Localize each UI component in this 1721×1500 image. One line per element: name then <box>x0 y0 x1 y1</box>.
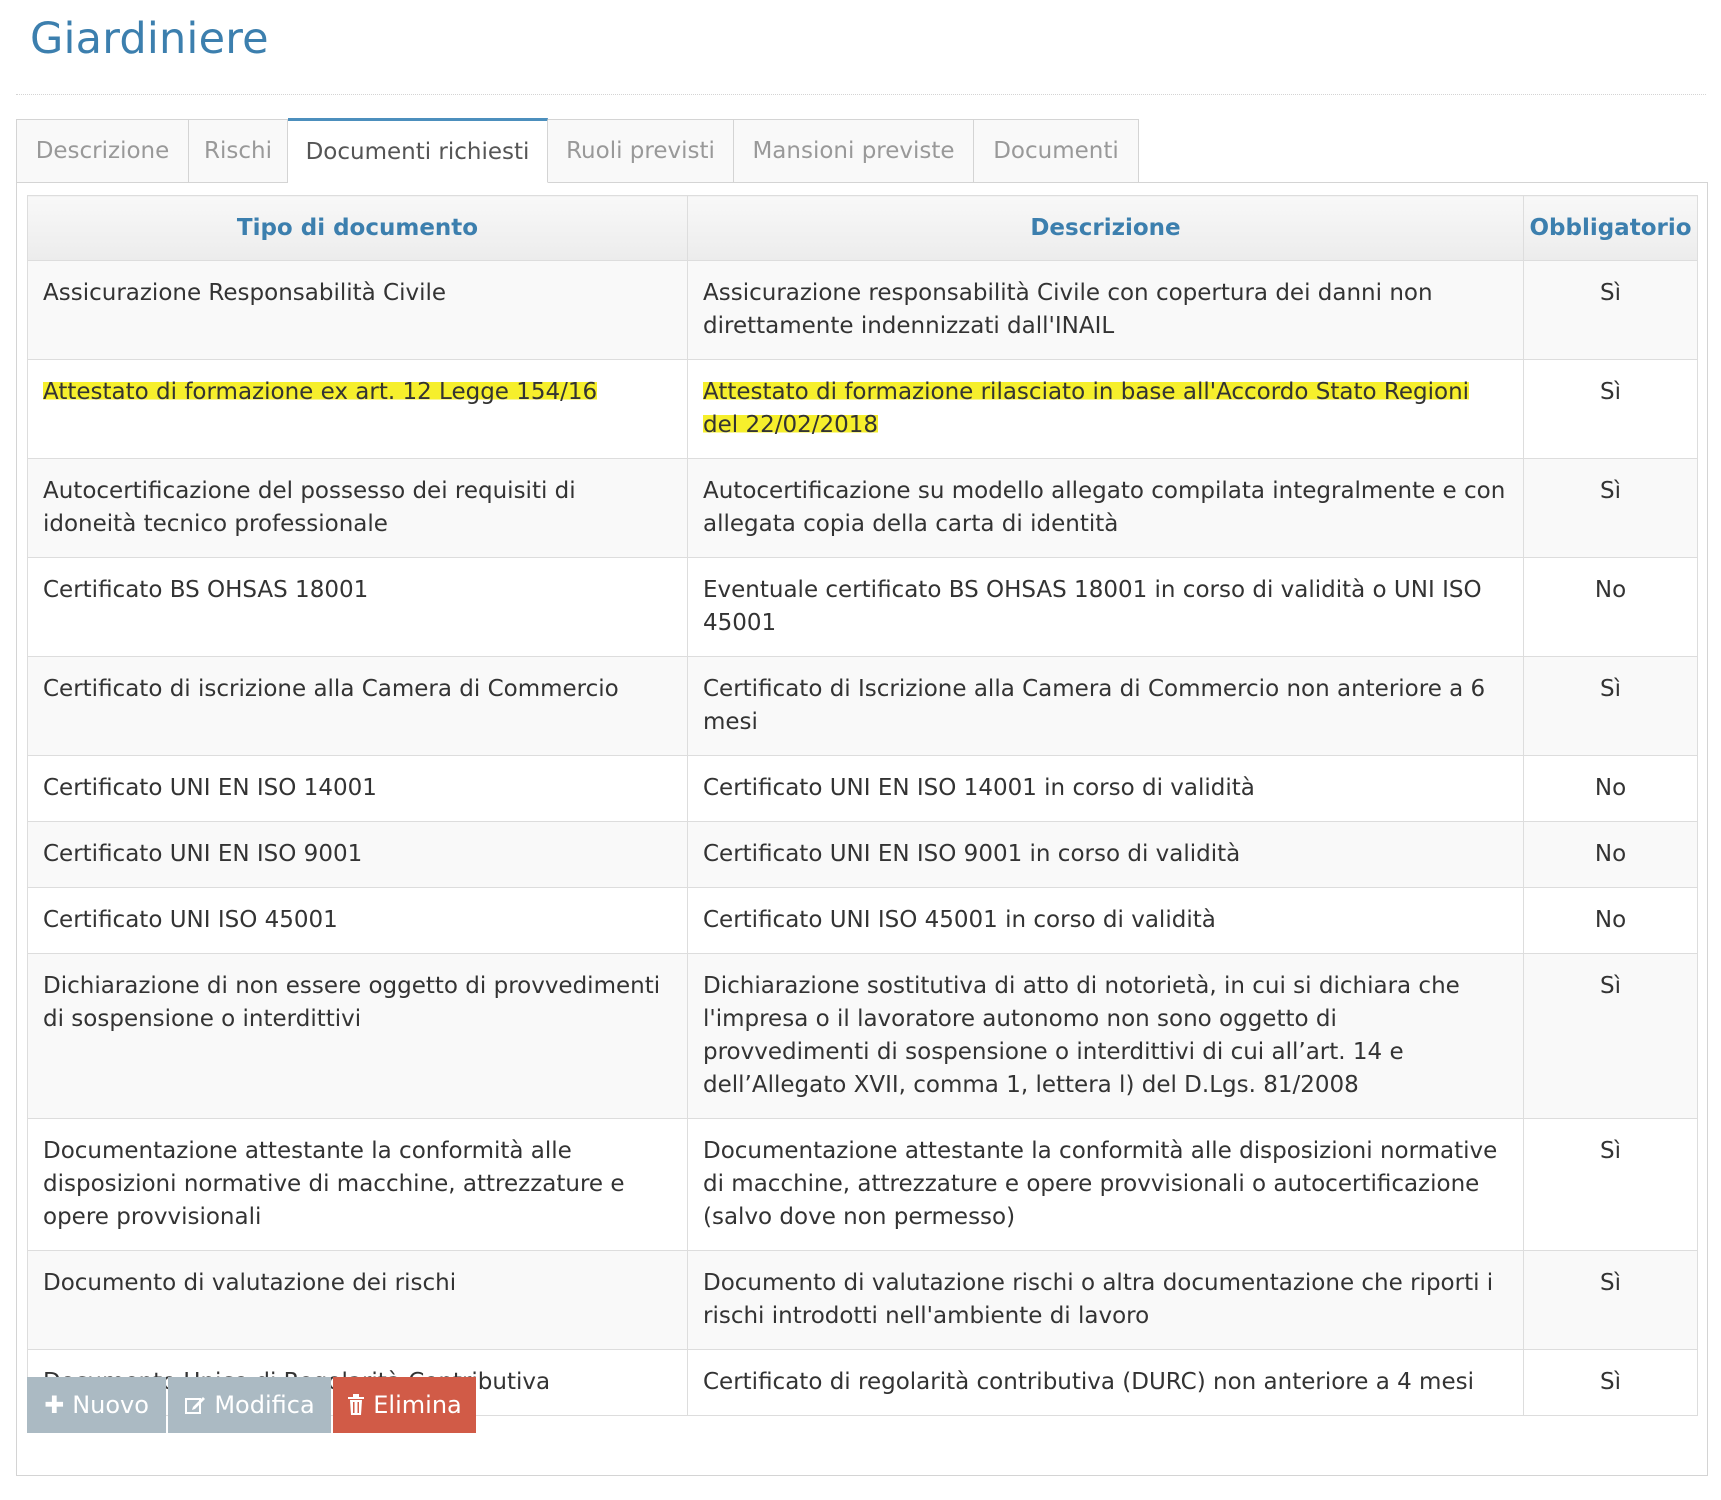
cell-obbligatorio: Sì <box>1523 458 1698 558</box>
cell-obbligatorio: Sì <box>1523 1349 1698 1416</box>
cell-descrizione: Certificato di regolarità contributiva (… <box>687 1349 1524 1416</box>
tab-bar: Descrizione Rischi Documenti richiesti R… <box>16 118 1139 183</box>
cell-descrizione: Documentazione attestante la conformità … <box>687 1118 1524 1251</box>
elimina-button[interactable]: Elimina <box>333 1377 476 1433</box>
table-row[interactable]: Certificato di iscrizione alla Camera di… <box>27 656 1698 756</box>
cell-tipo: Dichiarazione di non essere oggetto di p… <box>27 953 688 1119</box>
action-buttons: ✚ Nuovo Modifica Elimina <box>27 1377 478 1433</box>
table-row-highlighted[interactable]: Attestato di formazione ex art. 12 Legge… <box>27 359 1698 459</box>
cell-descrizione: Certificato di Iscrizione alla Camera di… <box>687 656 1524 756</box>
cell-obbligatorio: No <box>1523 755 1698 822</box>
tab-ruoli-previsti[interactable]: Ruoli previsti <box>548 119 734 183</box>
column-header-descrizione[interactable]: Descrizione <box>687 195 1524 261</box>
table-row[interactable]: Certificato UNI EN ISO 9001 Certificato … <box>27 821 1698 888</box>
trash-icon <box>347 1394 365 1416</box>
table-row[interactable]: Documento di valutazione dei rischi Docu… <box>27 1250 1698 1350</box>
cell-obbligatorio: Sì <box>1523 656 1698 756</box>
table-header-row: Tipo di documento Descrizione Obbligator… <box>27 195 1698 261</box>
cell-descrizione: Documento di valutazione rischi o altra … <box>687 1250 1524 1350</box>
cell-tipo: Autocertificazione del possesso dei requ… <box>27 458 688 558</box>
cell-descrizione: Eventuale certificato BS OHSAS 18001 in … <box>687 557 1524 657</box>
cell-tipo: Documento di valutazione dei rischi <box>27 1250 688 1350</box>
table-row[interactable]: Certificato BS OHSAS 18001 Eventuale cer… <box>27 557 1698 657</box>
cell-tipo: Certificato UNI ISO 45001 <box>27 887 688 954</box>
nuovo-button-label: Nuovo <box>72 1391 149 1419</box>
highlighted-text: Attestato di formazione rilasciato in ba… <box>703 379 1470 438</box>
title-separator <box>16 94 1706 95</box>
cell-descrizione: Certificato UNI ISO 45001 in corso di va… <box>687 887 1524 954</box>
modifica-button[interactable]: Modifica <box>168 1377 331 1433</box>
table-row[interactable]: Autocertificazione del possesso dei requ… <box>27 458 1698 558</box>
tab-documenti[interactable]: Documenti <box>974 119 1139 183</box>
cell-obbligatorio: Sì <box>1523 1250 1698 1350</box>
highlighted-text: Attestato di formazione ex art. 12 Legge… <box>43 379 598 405</box>
cell-obbligatorio: Sì <box>1523 359 1698 459</box>
tab-documenti-richiesti[interactable]: Documenti richiesti <box>288 118 548 183</box>
tab-rischi[interactable]: Rischi <box>189 119 288 183</box>
cell-descrizione: Assicurazione responsabilità Civile con … <box>687 260 1524 360</box>
table-row[interactable]: Dichiarazione di non essere oggetto di p… <box>27 953 1698 1119</box>
plus-icon: ✚ <box>44 1391 65 1419</box>
modifica-button-label: Modifica <box>214 1391 315 1419</box>
elimina-button-label: Elimina <box>373 1391 462 1419</box>
column-header-obbligatorio[interactable]: Obbligatorio <box>1523 195 1698 261</box>
table-row[interactable]: Documentazione attestante la conformità … <box>27 1118 1698 1251</box>
cell-tipo: Attestato di formazione ex art. 12 Legge… <box>27 359 688 459</box>
column-header-tipo[interactable]: Tipo di documento <box>27 195 688 261</box>
table-row[interactable]: Certificato UNI EN ISO 14001 Certificato… <box>27 755 1698 822</box>
cell-tipo: Certificato BS OHSAS 18001 <box>27 557 688 657</box>
cell-obbligatorio: No <box>1523 821 1698 888</box>
table-row[interactable]: Assicurazione Responsabilità Civile Assi… <box>27 260 1698 360</box>
table-row[interactable]: Certificato UNI ISO 45001 Certificato UN… <box>27 887 1698 954</box>
cell-obbligatorio: Sì <box>1523 953 1698 1119</box>
cell-descrizione: Attestato di formazione rilasciato in ba… <box>687 359 1524 459</box>
cell-descrizione: Certificato UNI EN ISO 9001 in corso di … <box>687 821 1524 888</box>
cell-tipo: Certificato UNI EN ISO 14001 <box>27 755 688 822</box>
cell-tipo: Certificato di iscrizione alla Camera di… <box>27 656 688 756</box>
cell-obbligatorio: No <box>1523 557 1698 657</box>
nuovo-button[interactable]: ✚ Nuovo <box>27 1377 166 1433</box>
cell-descrizione: Certificato UNI EN ISO 14001 in corso di… <box>687 755 1524 822</box>
cell-tipo: Documentazione attestante la conformità … <box>27 1118 688 1251</box>
cell-tipo: Certificato UNI EN ISO 9001 <box>27 821 688 888</box>
tab-content-panel: Tipo di documento Descrizione Obbligator… <box>16 182 1708 1476</box>
tab-descrizione[interactable]: Descrizione <box>16 119 189 183</box>
page-title: Giardiniere <box>30 14 269 64</box>
cell-obbligatorio: No <box>1523 887 1698 954</box>
cell-descrizione: Dichiarazione sostitutiva di atto di not… <box>687 953 1524 1119</box>
documents-table: Tipo di documento Descrizione Obbligator… <box>27 195 1698 1416</box>
cell-tipo: Assicurazione Responsabilità Civile <box>27 260 688 360</box>
cell-obbligatorio: Sì <box>1523 1118 1698 1251</box>
tab-mansioni-previste[interactable]: Mansioni previste <box>734 119 974 183</box>
cell-obbligatorio: Sì <box>1523 260 1698 360</box>
edit-icon <box>184 1394 206 1416</box>
cell-descrizione: Autocertificazione su modello allegato c… <box>687 458 1524 558</box>
